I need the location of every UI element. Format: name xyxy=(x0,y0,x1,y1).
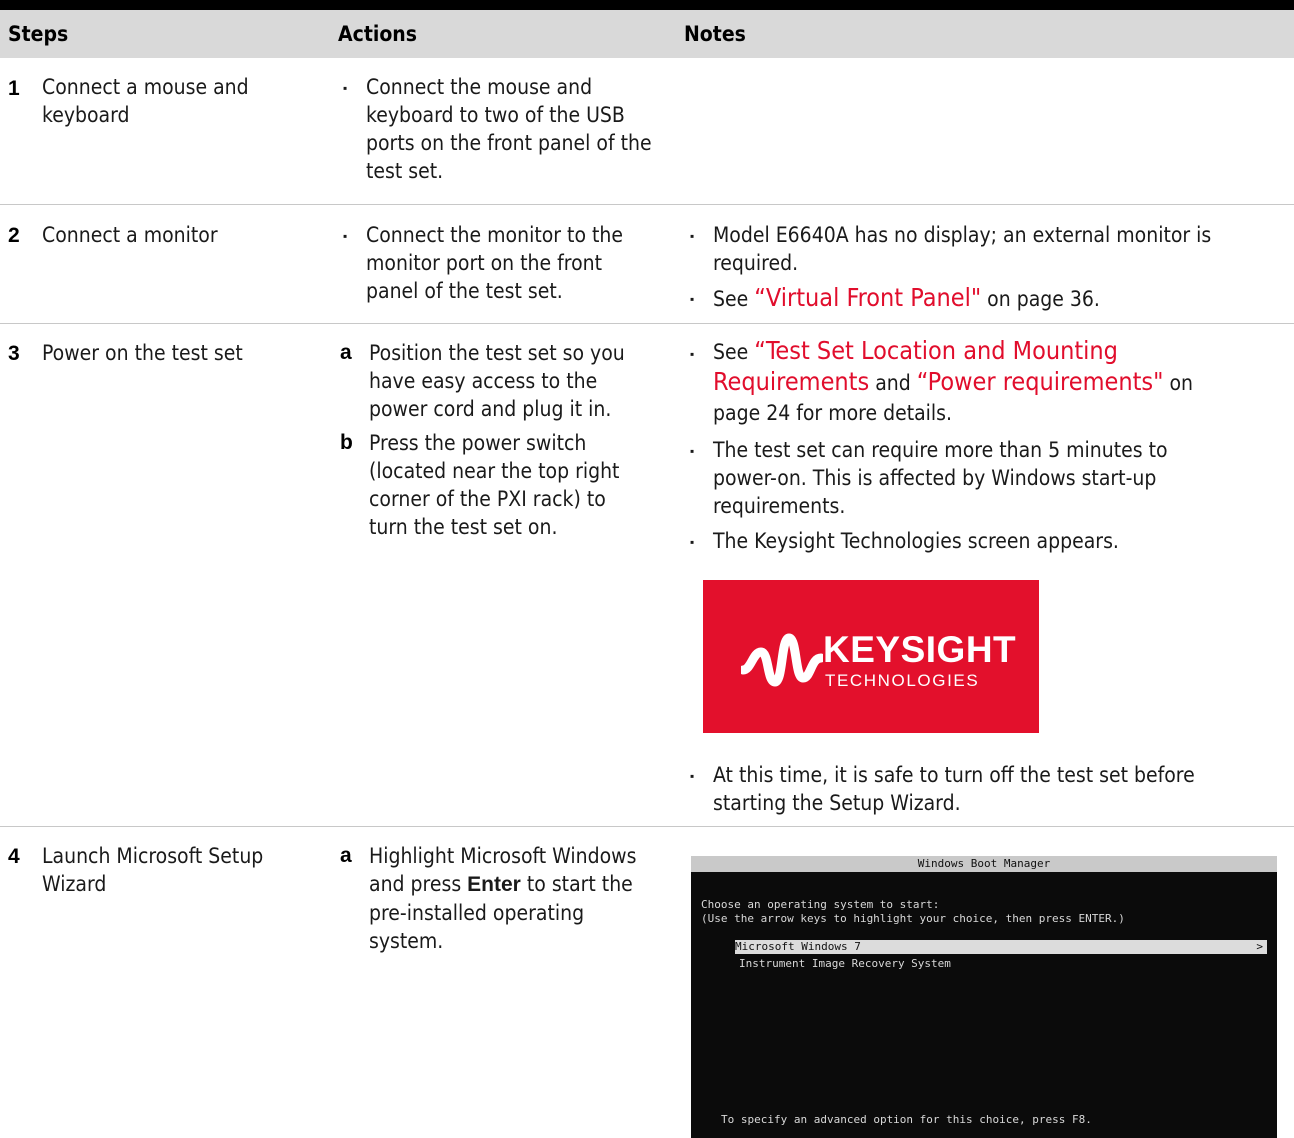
table-header xyxy=(0,10,1294,58)
step-title: Connect a mouse and keyboard xyxy=(42,75,249,127)
link-test-set-location[interactable]: “Test Set Location and Mounting xyxy=(754,336,1118,365)
step-title: Launch Microsoft Setup Wizard xyxy=(42,844,264,896)
bullet-icon: ▪ xyxy=(343,81,348,95)
bullet-icon: ▪ xyxy=(690,292,695,306)
action-text: Press the power switch (located near the … xyxy=(369,431,620,539)
row-divider xyxy=(0,204,1294,205)
note-text: At this time, it is safe to turn off the… xyxy=(713,763,1195,815)
note-text: The test set can require more than 5 min… xyxy=(713,438,1168,518)
sub-marker: a xyxy=(340,844,352,867)
boot-manager-screenshot: Windows Boot Manager Choose an operating… xyxy=(691,856,1277,1138)
action-text: Position the test set so you have easy ac… xyxy=(369,341,625,421)
bullet-icon: ▪ xyxy=(690,444,695,458)
action-text: Connect the monitor to the monitor port o… xyxy=(366,223,624,303)
bullet-icon: ▪ xyxy=(343,229,348,243)
step-number: 1 xyxy=(8,77,20,100)
boot-option-selected: Microsoft Windows 7 > xyxy=(735,940,1267,954)
link-virtual-front-panel[interactable]: “Virtual Front Panel" xyxy=(754,283,981,312)
row-divider xyxy=(0,323,1294,324)
boot-hint: (Use the arrow keys to highlight your ch… xyxy=(701,912,1125,925)
selected-arrow-icon: > xyxy=(1256,940,1263,953)
boot-title: Windows Boot Manager xyxy=(691,856,1277,872)
step-number: 2 xyxy=(8,224,20,247)
sub-marker: a xyxy=(340,341,352,364)
note-text: See “Test Set Location and Mounting Requ… xyxy=(713,336,1193,425)
action-text: Connect the mouse and keyboard to two of … xyxy=(366,75,652,183)
note-text: Model E6640A has no display; an external… xyxy=(713,223,1212,275)
bullet-icon: ▪ xyxy=(690,769,695,783)
header-actions: Actions xyxy=(338,22,418,46)
link-power-requirements[interactable]: “Power requirements" xyxy=(917,367,1164,396)
step-number: 3 xyxy=(8,342,20,365)
top-rule xyxy=(0,0,1294,10)
logo-keysight-text: KEYSIGHT xyxy=(823,629,1017,670)
boot-option: Instrument Image Recovery System xyxy=(739,957,951,970)
bullet-icon: ▪ xyxy=(690,535,695,549)
keysight-wave-icon xyxy=(741,633,823,687)
note-text: See “Virtual Front Panel" on page 36. xyxy=(713,283,1100,312)
header-notes: Notes xyxy=(684,22,746,46)
step-title: Connect a monitor xyxy=(42,223,218,247)
header-steps: Steps xyxy=(8,22,69,46)
sub-marker: b xyxy=(340,431,353,454)
bullet-icon: ▪ xyxy=(690,229,695,243)
boot-prompt: Choose an operating system to start: xyxy=(701,898,940,911)
row-divider xyxy=(0,826,1294,827)
logo-technologies-text: TECHNOLOGIES xyxy=(825,671,980,690)
step-number: 4 xyxy=(8,845,20,868)
step-title: Power on the test set xyxy=(42,341,243,365)
boot-footer: To specify an advanced option for this c… xyxy=(721,1113,1092,1126)
note-text: The Keysight Technologies screen appears… xyxy=(713,529,1119,553)
bullet-icon: ▪ xyxy=(690,347,695,361)
action-text: Highlight Microsoft Windows and press En… xyxy=(369,844,637,953)
link-test-set-location-cont[interactable]: Requirements xyxy=(713,367,869,396)
keysight-logo: KEYSIGHT TECHNOLOGIES xyxy=(703,580,1039,733)
